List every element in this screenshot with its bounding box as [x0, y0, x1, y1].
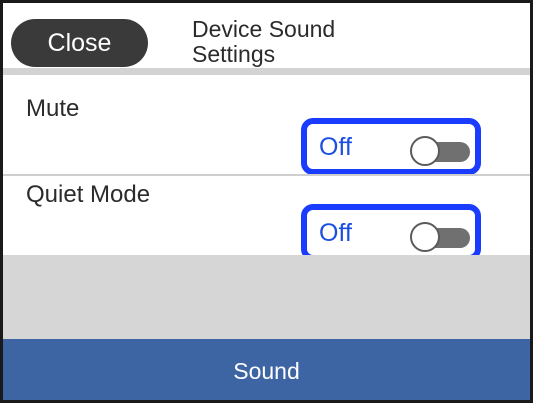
- page-title: Device Sound Settings: [192, 17, 335, 67]
- row-divider: [3, 174, 530, 176]
- mute-toggle-knob: [410, 136, 440, 166]
- page-title-line2: Settings: [192, 41, 276, 67]
- page-title-line1: Device Sound: [192, 16, 336, 42]
- empty-list-area: [3, 255, 530, 339]
- close-button-label: Close: [47, 28, 112, 57]
- quiet-mode-label: Quiet Mode: [26, 181, 151, 208]
- footer-bar: Sound: [3, 339, 530, 400]
- close-button[interactable]: Close: [11, 19, 148, 67]
- quiet-mode-toggle-icon: [410, 222, 470, 252]
- footer-label: Sound: [233, 357, 300, 384]
- quiet-mode-setting-button[interactable]: Off: [301, 204, 481, 261]
- device-sound-settings-screen: Close Device Sound Settings Mute Off Qui…: [0, 0, 533, 403]
- mute-label: Mute: [26, 95, 80, 122]
- quiet-mode-toggle-knob: [410, 222, 440, 252]
- mute-setting-button[interactable]: Off: [301, 118, 481, 175]
- quiet-mode-value: Off: [319, 219, 352, 247]
- header-bar: Close Device Sound Settings: [3, 3, 530, 75]
- mute-value: Off: [319, 133, 352, 161]
- mute-toggle-icon: [410, 136, 470, 166]
